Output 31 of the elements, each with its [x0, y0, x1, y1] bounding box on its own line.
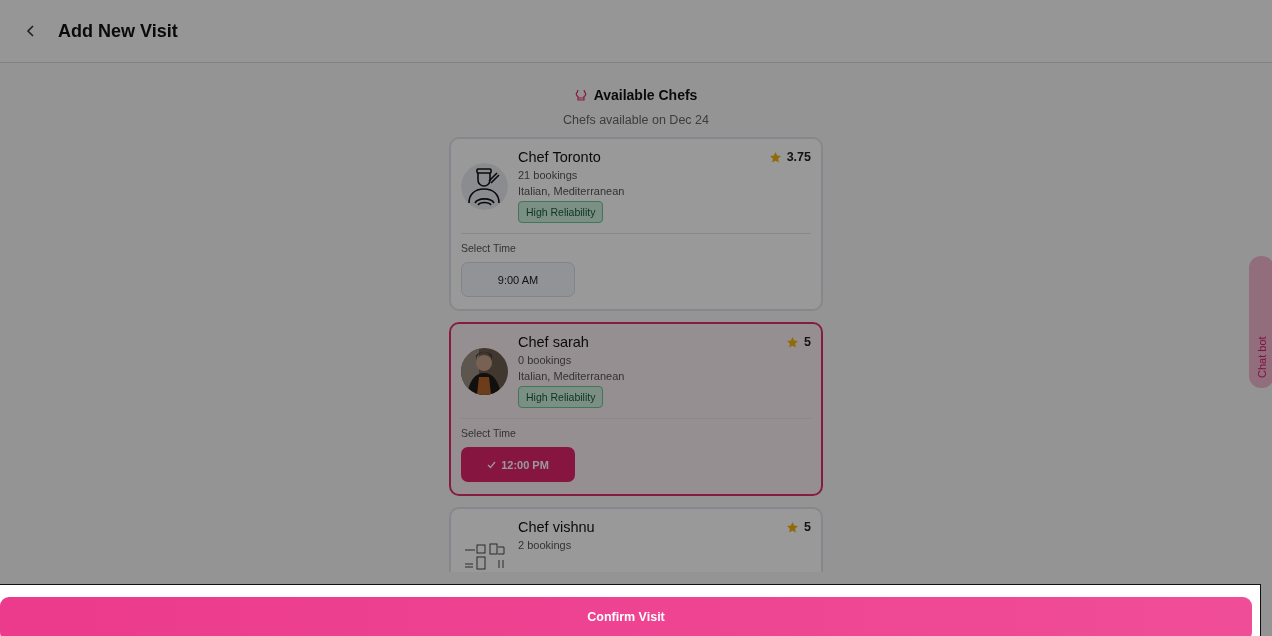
- cuisine-list: Italian, Mediterranean: [518, 185, 625, 197]
- chef-name: Chef sarah: [518, 334, 589, 350]
- chef-hat-icon: [574, 89, 587, 101]
- chef-icon: [461, 163, 508, 210]
- cuisine-list: Italian, Mediterranean: [518, 370, 625, 382]
- reliability-tag: High Reliability: [518, 386, 604, 408]
- select-time-label: Select Time: [461, 242, 517, 254]
- time-slot-button[interactable]: 12:00 PM: [461, 447, 575, 482]
- time-slot-button[interactable]: 9:00 AM: [461, 262, 575, 297]
- bookings-count: 0 bookings: [518, 354, 572, 366]
- bookings-count: 2 bookings: [518, 539, 572, 551]
- rating-value: 5: [804, 520, 811, 534]
- page-title: Add New Visit: [58, 20, 178, 42]
- reliability-tag: High Reliability: [518, 201, 604, 223]
- star-icon: [786, 520, 800, 534]
- section-title: Available Chefs: [593, 87, 698, 103]
- confirm-visit-button[interactable]: Confirm Visit: [0, 597, 1252, 636]
- star-icon: [786, 335, 800, 349]
- chef-card[interactable]: Chef sarah 5 0 bookings Italian, Mediterranean High Reliability Select Time 12:00 PM: [449, 322, 823, 496]
- kitchen-drawing: [462, 541, 507, 572]
- rating-value: 5: [804, 335, 811, 349]
- chef-name: Chef Toronto: [518, 149, 601, 165]
- chef-card[interactable]: Chef vishnu 5 2 bookings: [449, 507, 823, 572]
- star-icon: [768, 150, 782, 164]
- chef-card[interactable]: Chef Toronto 3.75 21 bookings Italian, Mediterranean High Reliability Select Time 9:00 AM: [449, 137, 823, 311]
- check-icon: [487, 460, 497, 469]
- rating-value: 3.75: [786, 150, 811, 164]
- select-time-label: Select Time: [461, 427, 517, 439]
- section-subtitle: Chefs available on Dec 24: [563, 113, 709, 127]
- bookings-count: 21 bookings: [518, 169, 578, 181]
- chef-name: Chef vishnu: [518, 519, 595, 535]
